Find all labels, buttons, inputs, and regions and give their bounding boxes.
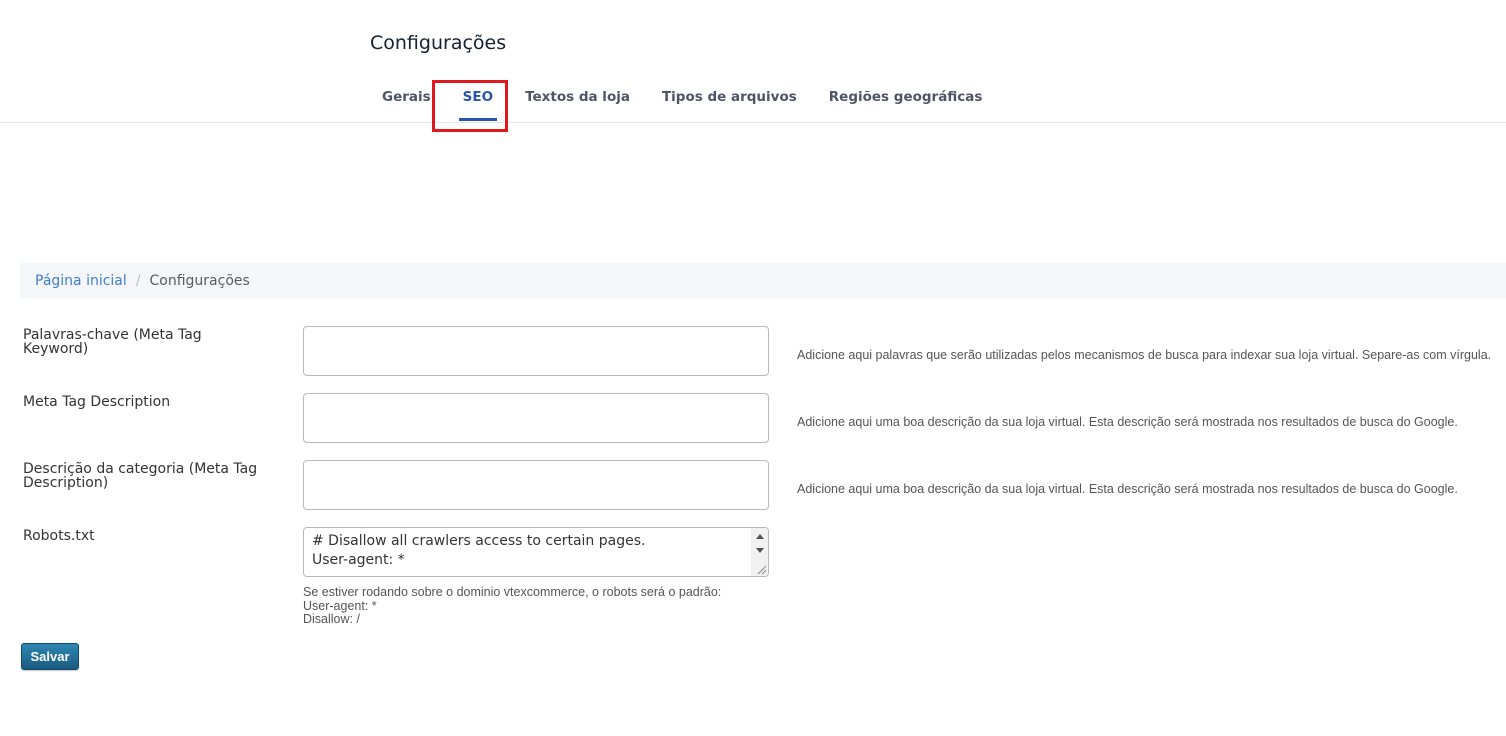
scroll-down-arrow-icon[interactable] xyxy=(756,548,764,553)
robots-scrollbar[interactable] xyxy=(751,528,768,576)
category-description-label-line1: Descrição da categoria (Meta Tag xyxy=(23,461,258,477)
tab-regioes-geograficas[interactable]: Regiões geográficas xyxy=(813,80,999,122)
description-label: Meta Tag Description xyxy=(23,394,171,410)
robots-note-line: Se estiver rodando sobre o dominio vtexc… xyxy=(303,585,722,599)
tab-gerais[interactable]: Gerais xyxy=(366,80,447,122)
robots-note: Se estiver rodando sobre o dominio vtexc… xyxy=(303,585,722,627)
keywords-label: Palavras-chave (Meta Tag Keyword) xyxy=(23,327,202,357)
keywords-help: Adicione aqui palavras que serão utiliza… xyxy=(797,348,1492,362)
description-textarea[interactable] xyxy=(303,393,769,443)
save-button[interactable]: Salvar xyxy=(21,643,79,670)
page-title: Configurações xyxy=(370,32,507,54)
resize-grip-icon[interactable] xyxy=(755,563,767,575)
top-header: Configurações Gerais SEO Textos da loja … xyxy=(0,0,1506,123)
scroll-up-arrow-icon[interactable] xyxy=(756,534,764,539)
breadcrumb: Página inicial / Configurações xyxy=(20,263,1506,298)
breadcrumb-home-link[interactable]: Página inicial xyxy=(35,273,127,289)
category-description-textarea[interactable] xyxy=(303,460,769,510)
category-description-label-line2: Description) xyxy=(23,475,109,491)
keywords-textarea[interactable] xyxy=(303,326,769,376)
breadcrumb-current: Configurações xyxy=(149,272,250,289)
robots-note-line: User-agent: * xyxy=(303,598,377,613)
tab-seo[interactable]: SEO xyxy=(447,80,509,122)
tab-bar: Gerais SEO Textos da loja Tipos de arqui… xyxy=(366,80,998,122)
description-help: Adicione aqui uma boa descrição da sua l… xyxy=(797,415,1458,429)
category-description-help: Adicione aqui uma boa descrição da sua l… xyxy=(797,482,1458,496)
tab-tipos-de-arquivos[interactable]: Tipos de arquivos xyxy=(646,80,813,122)
breadcrumb-separator: / xyxy=(135,272,141,289)
robots-line: # Disallow all crawlers access to certai… xyxy=(312,533,646,549)
tab-textos-da-loja[interactable]: Textos da loja xyxy=(509,80,646,122)
category-description-label: Descrição da categoria (Meta Tag Descrip… xyxy=(23,462,263,490)
robots-line: User-agent: * xyxy=(312,552,405,568)
robots-label: Robots.txt xyxy=(23,528,95,544)
robots-textarea[interactable]: # Disallow all crawlers access to certai… xyxy=(303,527,769,577)
robots-note-line: Disallow: / xyxy=(303,612,360,626)
